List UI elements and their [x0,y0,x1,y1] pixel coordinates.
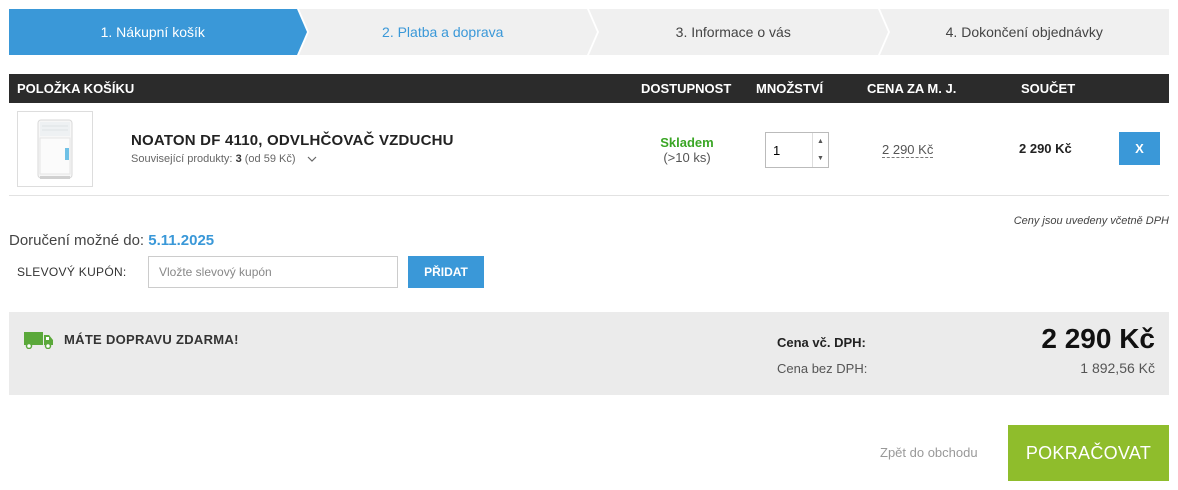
price-novat-value: 1 892,56 Kč [1080,360,1155,376]
step-payment-shipping[interactable]: 2. Platba a doprava [298,9,599,55]
continue-button[interactable]: POKRAČOVAT [1008,425,1169,481]
delivery-info: Doručení možné do: 5.11.2025 [9,232,214,249]
related-count: 3 [235,153,242,165]
step-label: 4. Dokončení objednávky [945,24,1103,40]
related-products[interactable]: Související produkty: 3 (od 59 Kč) [131,153,317,165]
increment-icon[interactable]: ▲ [813,133,828,150]
price-vat-label: Cena vč. DPH: [777,335,866,350]
stock-quantity: (>10 ks) [663,150,711,165]
step-order-complete[interactable]: 4. Dokončení objednávky [879,9,1169,55]
step-cart[interactable]: 1. Nákupní košík [9,9,309,55]
availability: Skladem (>10 ks) [629,135,745,165]
step-label: 2. Platba a doprava [382,24,504,40]
item-total: 2 290 Kč [1019,141,1072,156]
quantity-stepper[interactable]: ▲ ▼ [765,132,829,168]
coupon-label: SLEVOVÝ KUPÓN: [17,265,127,279]
related-from: (od 59 Kč) [244,153,296,165]
header-availability: DOSTUPNOST [641,81,732,96]
tax-note: Ceny jsou uvedeny včetně DPH [1013,215,1169,227]
checkout-steps: 1. Nákupní košík 2. Platba a doprava 3. … [9,9,1169,55]
header-quantity: MNOŽSTVÍ [756,81,824,96]
price-vat-value: 2 290 Kč [1041,323,1155,354]
remove-item-button[interactable]: X [1119,132,1160,165]
back-to-shop-link[interactable]: Zpět do obchodu [880,445,978,460]
delivery-label: Doručení možné do: [9,232,145,249]
unit-price: 2 290 Kč [882,142,934,158]
decrement-icon[interactable]: ▼ [813,150,828,167]
stock-status: Skladem [660,135,714,150]
quantity-input[interactable] [766,133,812,167]
related-prefix: Související produkty: [131,153,233,165]
step-label: 1. Nákupní košík [100,24,205,40]
header-item: POLOŽKA KOŠÍKU [17,81,135,96]
coupon-input[interactable] [148,256,398,288]
dehumidifier-image [37,119,73,179]
header-unit-price: CENA ZA M. J. [867,81,957,96]
product-name[interactable]: NOATON DF 4110, ODVLHČOVAČ VZDUCHU [131,132,454,149]
chevron-down-icon[interactable] [307,154,317,165]
delivery-date: 5.11.2025 [148,232,215,249]
step-label: 3. Informace o vás [675,24,791,40]
cart-item-row: NOATON DF 4110, ODVLHČOVAČ VZDUCHU Souvi… [9,103,1169,196]
cart-table-header: POLOŽKA KOŠÍKU DOSTUPNOST MNOŽSTVÍ CENA … [9,74,1169,103]
truck-icon [24,332,53,349]
header-total: SOUČET [1021,81,1076,96]
product-image[interactable] [17,111,93,187]
step-customer-info[interactable]: 3. Informace o vás [589,9,890,55]
order-summary: MÁTE DOPRAVU ZDARMA! Cena vč. DPH: 2 290… [9,312,1169,395]
add-coupon-button[interactable]: PŘIDAT [408,256,484,288]
price-novat-label: Cena bez DPH: [777,361,868,376]
free-shipping-notice: MÁTE DOPRAVU ZDARMA! [64,332,239,347]
